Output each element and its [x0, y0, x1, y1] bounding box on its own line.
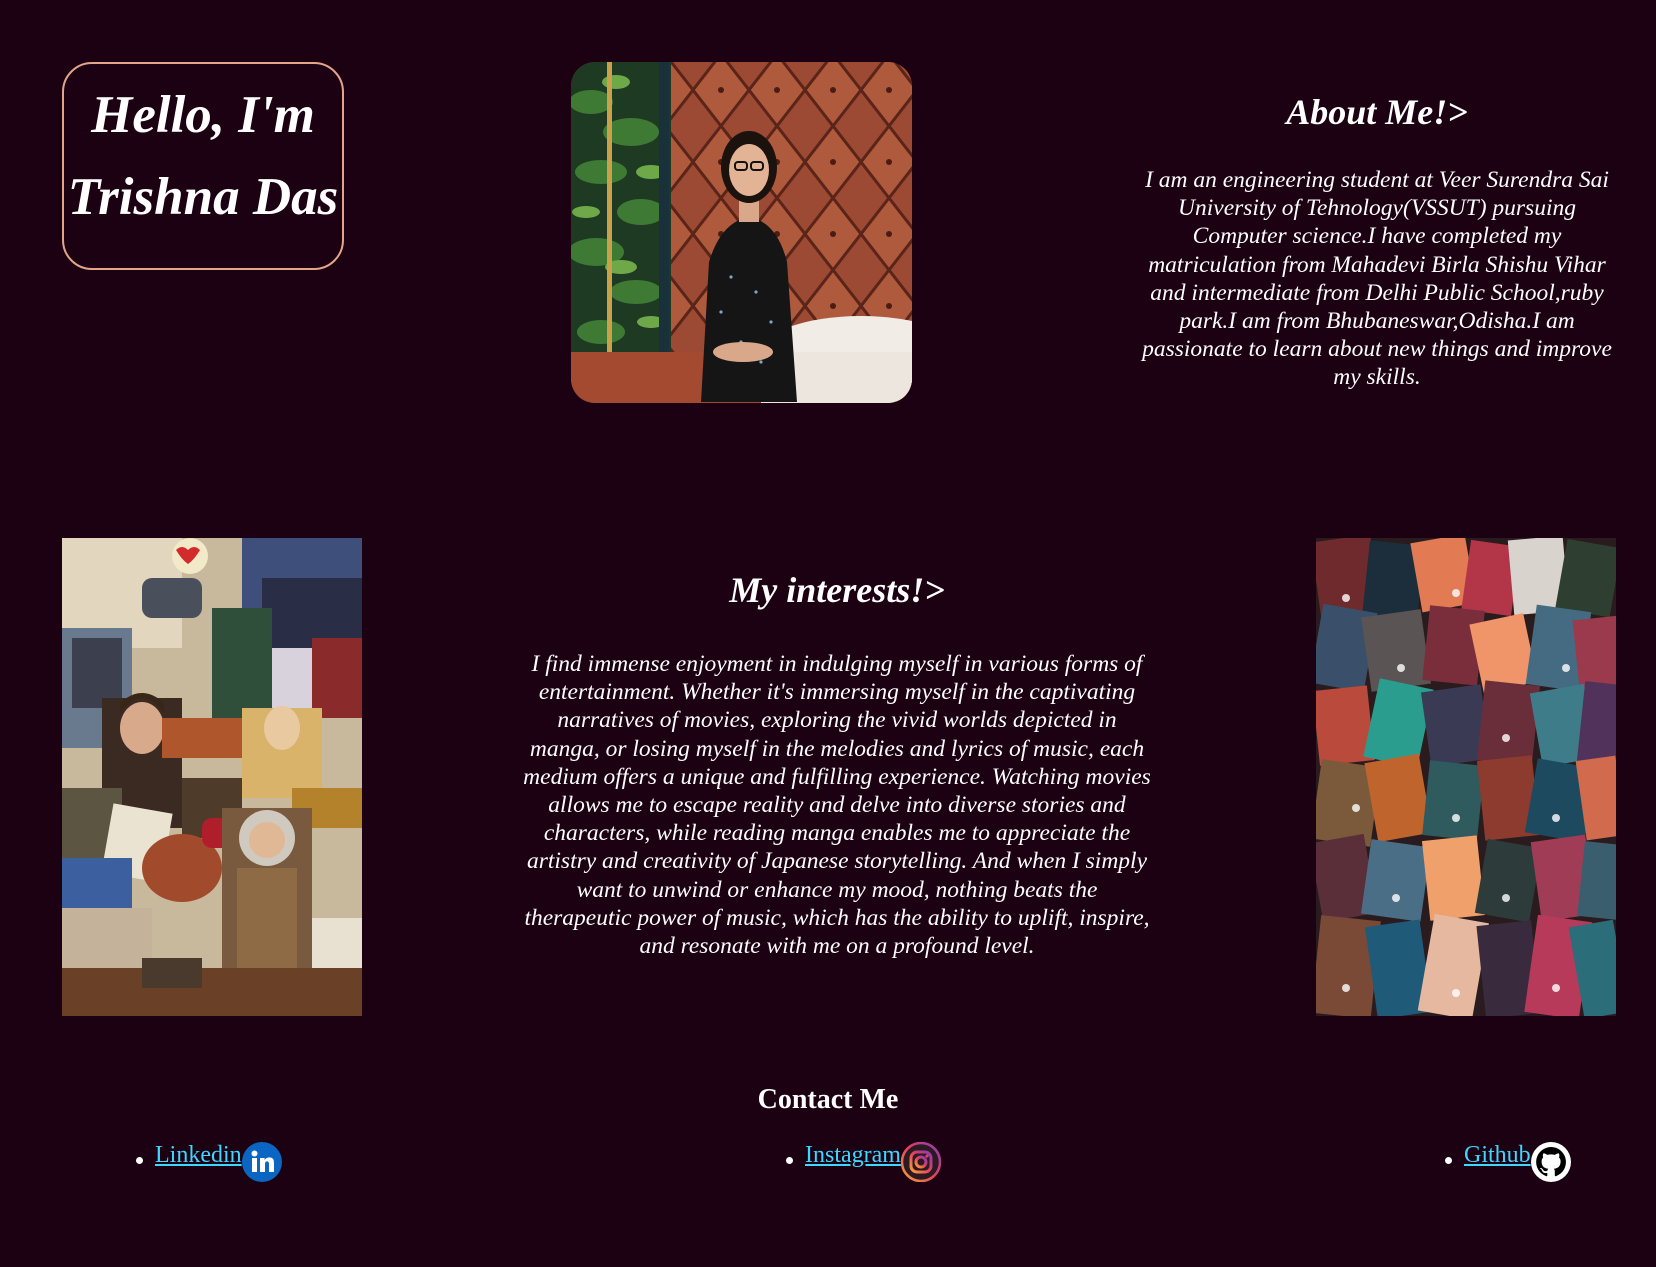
contact-heading: Contact Me: [757, 1084, 899, 1115]
linkedin-icon[interactable]: [241, 1142, 282, 1182]
github-icon[interactable]: [1530, 1142, 1571, 1182]
contact-item-github: Github: [1445, 1140, 1571, 1184]
list-bullet: [786, 1156, 793, 1164]
name-box: Hello, I'm Trishna Das: [62, 62, 344, 270]
contact-item-instagram: Instagram: [786, 1140, 941, 1184]
about-heading: About Me!>: [1286, 92, 1468, 132]
contact-item-linkedin: Linkedin: [136, 1140, 282, 1184]
greeting-text: Hello, I'm: [91, 86, 315, 144]
name-text: Trishna Das: [67, 168, 339, 226]
linkedin-link[interactable]: Linkedin: [155, 1140, 242, 1170]
list-bullet: [136, 1156, 143, 1164]
github-link[interactable]: Github: [1464, 1140, 1531, 1170]
instagram-link[interactable]: Instagram: [805, 1140, 901, 1170]
movie-collage: [62, 538, 362, 1016]
about-section: About Me!> I am an engineering student a…: [1142, 88, 1612, 392]
interests-heading: My interests!>: [729, 570, 945, 610]
music-collage: [1316, 538, 1616, 1016]
instagram-icon[interactable]: [900, 1142, 941, 1182]
profile-photo: [571, 62, 912, 403]
interests-section: My interests!> I find immense enjoyment …: [522, 564, 1152, 960]
interests-text: I find immense enjoyment in indulging my…: [523, 651, 1151, 960]
about-text: I am an engineering student at Veer Sure…: [1142, 167, 1612, 391]
list-bullet: [1445, 1156, 1452, 1164]
